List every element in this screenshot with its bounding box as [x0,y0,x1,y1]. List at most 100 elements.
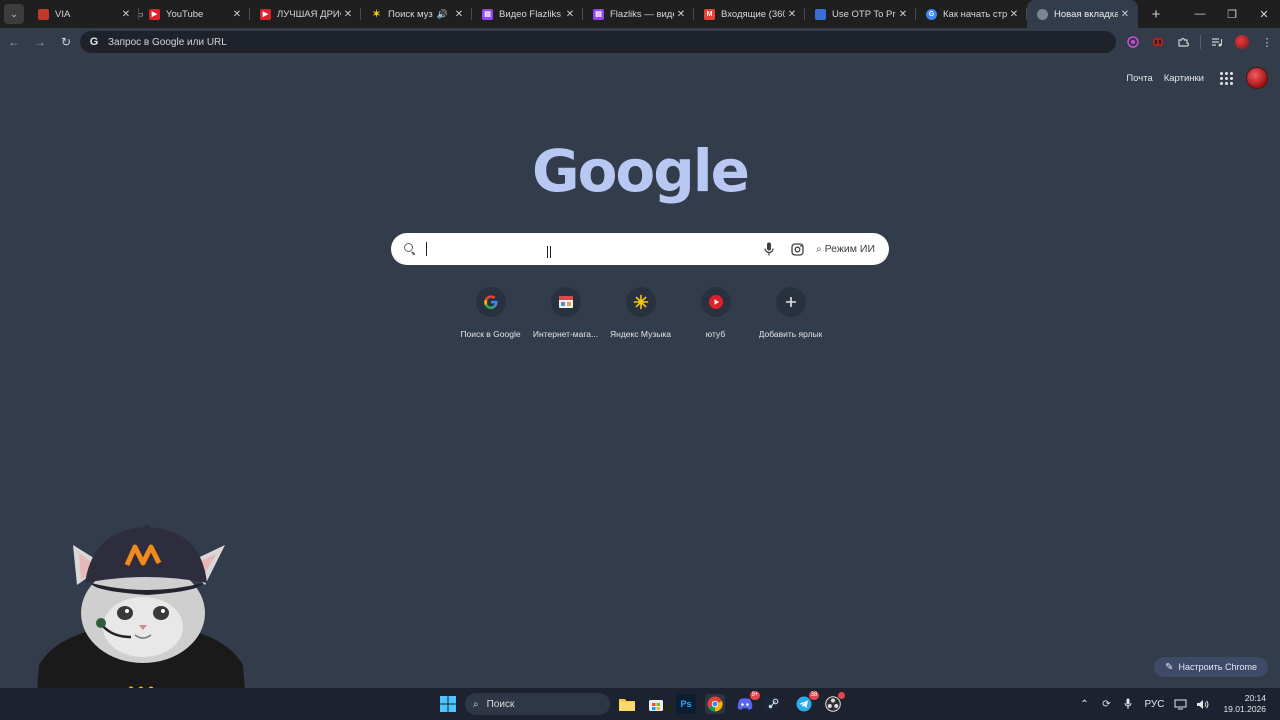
profile-avatar-icon [1235,35,1249,49]
extension-2-icon[interactable] [1146,30,1170,54]
clock-date: 19.01.2026 [1223,704,1266,714]
browser-toolbar: ← → ↻ G Запрос в Google или URL ⋮ [0,28,1280,56]
back-button[interactable]: ← [2,30,26,54]
file-explorer-icon[interactable] [617,694,637,714]
tab-title: YouTube [166,8,204,20]
tab-title: Входящие (360) - [721,8,785,20]
telegram-icon[interactable]: 38 [794,691,819,714]
address-bar[interactable]: G Запрос в Google или URL [80,31,1116,53]
mouse-ibeam-cursor [547,246,551,258]
shortcut-google-search[interactable]: Поиск в Google [453,287,528,339]
chevron-up-icon[interactable]: ⌃ [1073,699,1095,710]
close-tab-icon[interactable]: ✕ [1118,9,1132,20]
toolbar-divider [1200,35,1201,49]
yandex-music-icon [633,294,648,310]
close-tab-icon[interactable]: ✕ [785,9,799,20]
microphone-tray-icon[interactable] [1117,698,1139,710]
taskbar-search-box[interactable]: ⌕ Поиск [465,693,610,715]
extensions-puzzle-icon[interactable] [1171,30,1195,54]
obs-recording-dot [838,692,845,699]
search-input[interactable] [425,233,760,265]
close-tab-icon[interactable]: ✕ [119,9,133,20]
window-controls: — ❐ ✕ [1184,0,1280,28]
obs-studio-icon[interactable] [823,692,845,714]
volume-icon[interactable] [1191,699,1213,710]
minimize-button[interactable]: — [1184,0,1216,28]
shortcut-youtube[interactable]: ютуб [678,287,753,339]
customize-chrome-button[interactable]: ✎ Настроить Chrome [1154,657,1268,677]
youtube-icon: ▶ [149,8,160,20]
tab-search-button[interactable]: ⌄ [4,4,24,24]
profile-button[interactable] [1230,30,1254,54]
microsoft-store-icon[interactable] [646,694,666,714]
chrome-menu-button[interactable]: ⋮ [1255,30,1279,54]
youtube-icon: ▶ [260,8,271,20]
add-shortcut-button[interactable]: Добавить ярлык [753,287,828,339]
tab-6[interactable]: ▤ Flazliks — видеос✕ [583,0,694,28]
extension-1-icon[interactable] [1121,30,1145,54]
extensions-area: ⋮ [1121,28,1280,56]
windows-start-icon[interactable] [438,694,458,714]
close-tab-icon[interactable]: ✕ [1007,9,1021,20]
sync-icon[interactable]: ⟳ [1095,699,1117,710]
taskbar-clock[interactable]: 20:14 19.01.2026 [1223,693,1266,715]
google-lens-icon[interactable] [788,240,806,258]
discord-icon[interactable]: 9+ [735,691,760,714]
new-tab-button[interactable]: + [1144,2,1168,26]
photoshop-icon[interactable]: Ps [676,694,696,714]
tab-1[interactable]: VIA ✕ [28,0,139,28]
tab-title: Как начать стри [943,8,1007,20]
tab-2[interactable]: ▭ ▶ YouTube ✕ [139,0,250,28]
youtube-icon [708,295,723,309]
tab-3[interactable]: ▶ ЛУЧШАЯ ДРИФТ✕ [250,0,361,28]
chrome-taskbar-icon[interactable] [705,694,725,714]
images-link[interactable]: Картинки [1164,73,1204,84]
shortcut-label: Добавить ярлык [758,329,823,339]
twitch-icon: ▤ [593,8,604,20]
tab-title: Новая вкладка [1054,8,1118,20]
arrow-right-icon: → [34,35,46,49]
network-icon[interactable] [1169,699,1191,710]
tab-7[interactable]: M Входящие (360) -✕ [694,0,805,28]
close-tab-icon[interactable]: ✕ [674,9,688,20]
close-window-button[interactable]: ✕ [1248,0,1280,28]
chevron-down-icon: ⌄ [10,8,18,19]
pencil-icon: ✎ [1165,661,1174,673]
shortcut-yandex-music[interactable]: Яндекс Музыка [603,287,678,339]
media-controls-icon[interactable] [1205,30,1229,54]
gmail-link[interactable]: Почта [1126,73,1152,84]
speaker-icon[interactable]: 🔊 [437,9,448,20]
tab-8[interactable]: Use OTP To Proce✕ [805,0,916,28]
shortcut-label: ютуб [705,329,726,339]
taskbar-search-placeholder: Поиск [486,698,515,710]
shortcut-online-store[interactable]: Интернет-мага... [528,287,603,339]
close-tab-icon[interactable]: ✕ [896,9,910,20]
close-tab-icon[interactable]: ✕ [230,9,244,20]
tab-4[interactable]: ✶ Поиск музык 🔊 ✕ [361,0,472,28]
tab-10[interactable]: Новая вкладка ✕ [1027,0,1138,28]
reload-button[interactable]: ↻ [54,30,78,54]
ai-mode-label: Режим ИИ [824,243,875,255]
microphone-icon[interactable] [760,240,778,258]
shortcut-label: Яндекс Музыка [609,329,671,339]
language-indicator[interactable]: РУС [1139,699,1169,710]
shortcut-tiles: Поиск в Google Интернет-мага... Яндекс М… [453,287,828,339]
close-tab-icon[interactable]: ✕ [563,9,577,20]
tab-5[interactable]: ▤ Видео Flazliks - T✕ [472,0,583,28]
google-icon: G [89,36,99,48]
account-avatar[interactable] [1246,67,1268,89]
ai-mode-button[interactable]: ⌕ Режим ИИ [810,238,889,260]
shortcut-label: Поиск в Google [460,329,521,339]
clock-time: 20:14 [1244,693,1266,703]
yandex-music-icon: ✶ [372,8,381,20]
otp-site-icon [815,8,826,20]
google-apps-icon[interactable] [1215,67,1237,89]
close-tab-icon[interactable]: ✕ [341,9,355,20]
close-tab-icon[interactable]: ✕ [452,9,466,20]
forward-button[interactable]: → [28,30,52,54]
steam-icon[interactable] [763,694,783,714]
restore-button[interactable]: ❐ [1216,0,1248,28]
text-caret [426,242,427,256]
tab-9[interactable]: G Как начать стри ✕ [916,0,1027,28]
plus-icon: + [1151,5,1161,23]
